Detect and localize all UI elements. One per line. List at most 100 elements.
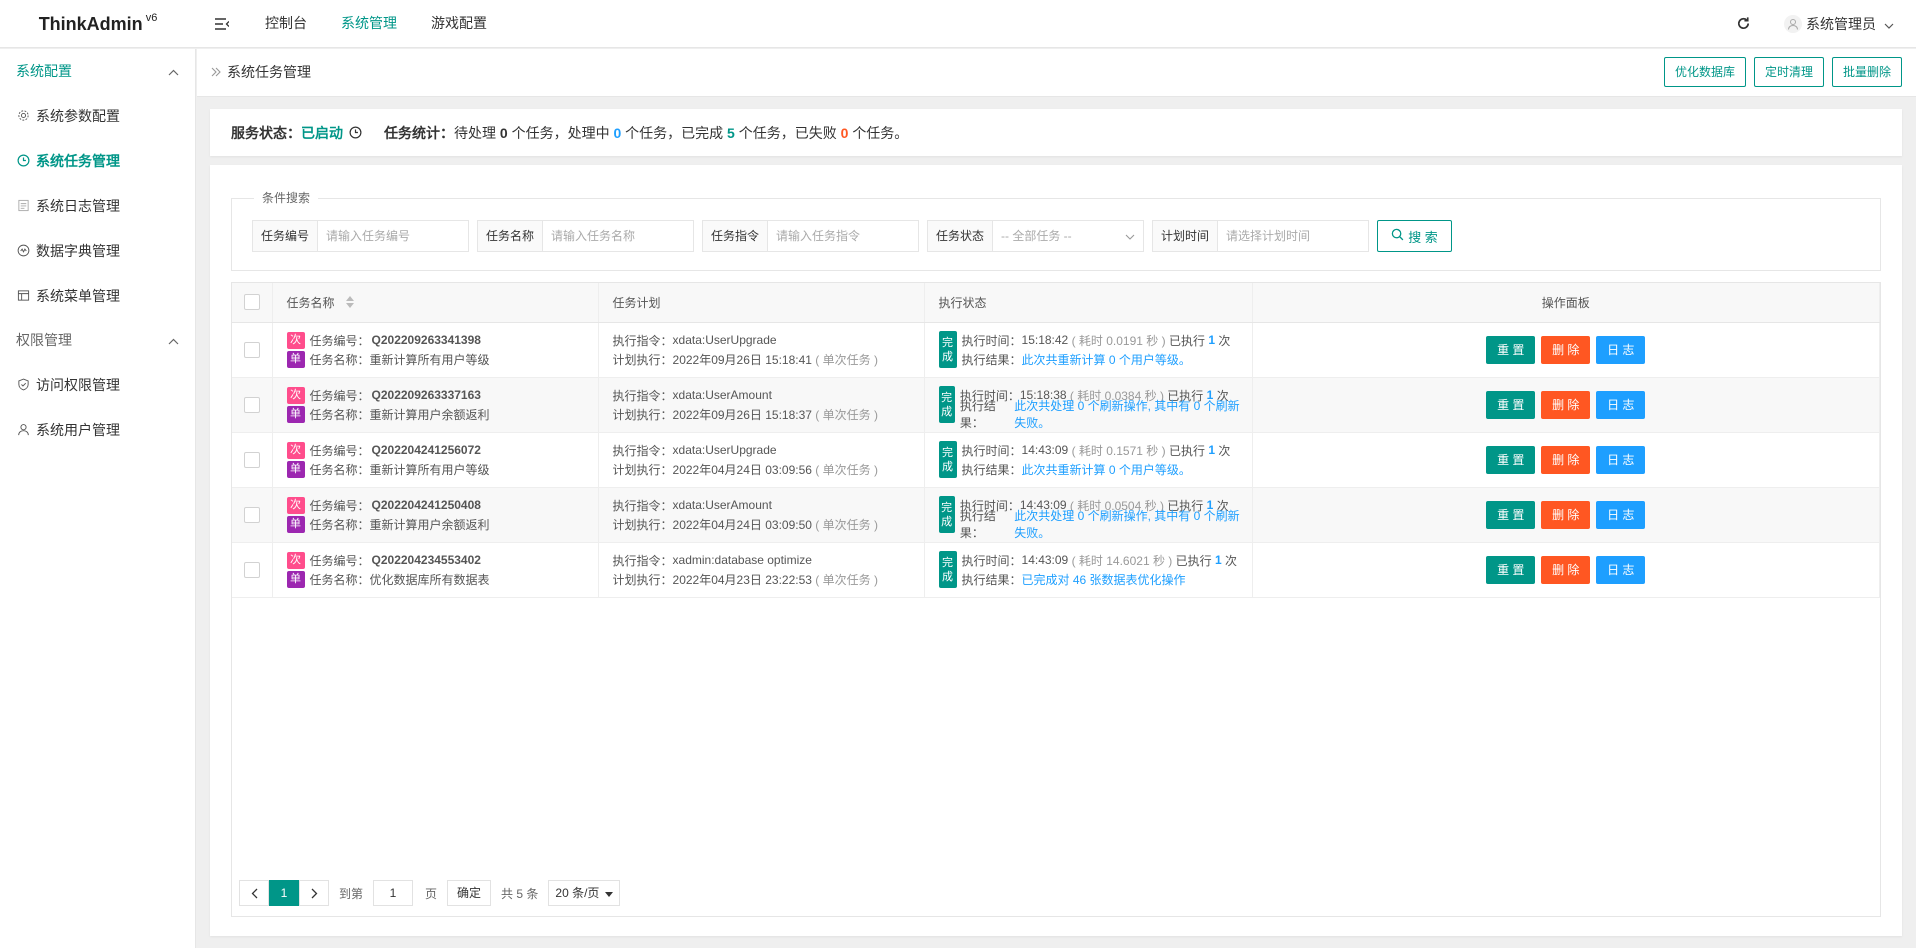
log-button[interactable]: 日 志: [1596, 500, 1646, 529]
delete-button[interactable]: 删 除: [1541, 555, 1591, 584]
sidebar-item-0-0[interactable]: 系统参数配置: [0, 93, 195, 138]
task-status-select[interactable]: -- 全部任务 --: [993, 221, 1143, 251]
task-code-label: 任务编号: [253, 221, 319, 251]
sort-icon[interactable]: [345, 295, 354, 311]
exec-suffix: 次: [1225, 553, 1238, 568]
result-prefix: 执行结果：: [961, 462, 1022, 477]
pending-prefix: 待处理: [454, 124, 496, 141]
top-nav-item-2[interactable]: 游戏配置: [414, 0, 504, 48]
goto-page-input[interactable]: [373, 880, 414, 906]
page-size-select[interactable]: 20 条/页: [548, 880, 621, 906]
chevron-down-icon: [1884, 16, 1894, 32]
table-header-row: 任务名称 任务计划 执行状态 操作面板: [232, 283, 1880, 323]
exec-time: 15:18:42: [1021, 333, 1069, 347]
single-tag: 单: [286, 350, 305, 368]
task-plan-cell: 执行指令： xadmin:database optimize 计划执行： 2022年0…: [598, 542, 925, 598]
goto-confirm-button[interactable]: 确定: [447, 880, 492, 906]
sidebar-group-title: 权限管理: [16, 332, 72, 348]
time-prefix: 执行时间：: [961, 553, 1022, 568]
task-name: 重新计算所有用户等级: [369, 352, 490, 367]
brand-logo[interactable]: ThinkAdmin v6: [0, 0, 196, 48]
sidebar-item-1-0[interactable]: 访问权限管理: [0, 362, 195, 407]
log-button[interactable]: 日 志: [1596, 335, 1646, 364]
reset-button[interactable]: 重 置: [1486, 500, 1536, 529]
processing-suffix: 个任务，已完成: [625, 124, 724, 141]
exec-time: 14:43:09: [1021, 443, 1069, 457]
operations-cell: 重 置删 除日 志: [1252, 322, 1880, 378]
planned-prefix: 计划执行：: [612, 407, 673, 422]
sidebar-item-0-2[interactable]: 系统日志管理: [0, 183, 195, 228]
refresh-icon[interactable]: [1733, 13, 1753, 33]
delete-button[interactable]: 删 除: [1541, 390, 1591, 419]
prev-page-button[interactable]: [239, 880, 269, 906]
reset-button[interactable]: 重 置: [1486, 390, 1536, 419]
col-task-name[interactable]: 任务名称: [272, 283, 599, 323]
reset-button[interactable]: 重 置: [1486, 445, 1536, 474]
sidebar-item-0-4[interactable]: 系统菜单管理: [0, 273, 195, 318]
operations-cell: 重 置删 除日 志: [1252, 377, 1880, 433]
sidebar-item-0-1[interactable]: 系统任务管理: [0, 138, 195, 183]
top-nav-item-0[interactable]: 控制台: [248, 0, 324, 48]
delete-button[interactable]: 删 除: [1541, 445, 1591, 474]
planned-time: 2022年04月24日 03:09:50: [672, 517, 812, 532]
task-command-input[interactable]: [768, 221, 918, 251]
task-code-input[interactable]: [318, 221, 468, 251]
task-plan-cell: 执行指令： xdata:UserAmount 计划执行： 2022年04月24日 03…: [598, 487, 925, 543]
exec-status-cell: 完成执行时间： 14:43:09 ( 耗时 0.1571 秒 ) 已执行 1 次执…: [924, 432, 1253, 488]
done-char-1: 完: [942, 556, 953, 569]
sidebar-group-0[interactable]: 系统配置: [0, 49, 195, 93]
delete-button[interactable]: 删 除: [1541, 335, 1591, 364]
single-tag: 单: [286, 460, 305, 478]
reset-button[interactable]: 重 置: [1486, 555, 1536, 584]
exec-prefix: 已执行: [1168, 333, 1205, 348]
brand-name: ThinkAdmin: [38, 13, 143, 34]
done-char-2: 成: [942, 460, 953, 473]
planned-time: 2022年09月26日 15:18:37: [672, 407, 812, 422]
next-page-button[interactable]: [299, 880, 329, 906]
user-name: 系统管理员: [1806, 16, 1876, 32]
task-code: Q202209263341398: [371, 333, 481, 347]
task-name-input[interactable]: [543, 221, 693, 251]
reset-button[interactable]: 重 置: [1486, 335, 1536, 364]
row-checkbox[interactable]: [243, 506, 260, 523]
sidebar-group-1[interactable]: 权限管理: [0, 318, 195, 362]
select-all-checkbox[interactable]: [243, 294, 260, 311]
sidebar-item-0-3[interactable]: 数据字典管理: [0, 228, 195, 273]
timed-clean-button[interactable]: 定时清理: [1753, 57, 1824, 87]
planned-note: ( 单次任务 ): [815, 572, 878, 587]
log-button[interactable]: 日 志: [1596, 555, 1646, 584]
task-name: 重新计算用户余额返利: [369, 407, 490, 422]
menu-toggle-icon[interactable]: [212, 14, 232, 34]
col-task-name-label: 任务名称: [286, 295, 335, 310]
total-count: 共 5 条: [501, 886, 539, 901]
exec-time: 14:43:09: [1021, 553, 1069, 567]
pending-count: 0: [499, 124, 508, 141]
dictionary-icon: [16, 244, 30, 258]
clock-icon[interactable]: [349, 126, 362, 139]
time-prefix: 执行时间：: [961, 333, 1022, 348]
exec-status-cell: 完成执行时间： 15:18:38 ( 耗时 0.0384 秒 ) 已执行 1 次执…: [924, 377, 1253, 433]
current-page[interactable]: 1: [269, 880, 299, 906]
log-button[interactable]: 日 志: [1596, 390, 1646, 419]
sidebar-item-label: 系统参数配置: [36, 107, 120, 124]
done-badge: 完成: [938, 496, 955, 533]
planned-time: 2022年04月23日 23:22:53: [672, 572, 812, 587]
planned-prefix: 计划执行：: [612, 517, 673, 532]
top-nav-item-1[interactable]: 系统管理: [324, 0, 414, 48]
brand-version: v6: [145, 12, 158, 24]
search-button[interactable]: 搜 索: [1377, 220, 1452, 252]
user-menu[interactable]: 系统管理员: [1784, 0, 1894, 48]
delete-button[interactable]: 删 除: [1541, 500, 1591, 529]
row-checkbox[interactable]: [243, 561, 260, 578]
header-actions: 优化数据库 定时清理 批量删除: [1663, 57, 1902, 87]
log-button[interactable]: 日 志: [1596, 445, 1646, 474]
batch-delete-button[interactable]: 批量删除: [1831, 57, 1902, 87]
sidebar: 系统配置系统参数配置系统任务管理 系统日志管理 数据字典管理 系统菜单管理权限管理访问…: [0, 49, 196, 948]
row-checkbox[interactable]: [243, 341, 260, 358]
row-checkbox[interactable]: [243, 396, 260, 413]
optimize-database-button[interactable]: 优化数据库: [1663, 57, 1746, 87]
sidebar-item-1-1[interactable]: 系统用户管理: [0, 407, 195, 452]
row-checkbox[interactable]: [243, 451, 260, 468]
plan-time-input[interactable]: [1218, 221, 1368, 251]
result-prefix: 执行结果：: [961, 352, 1022, 367]
